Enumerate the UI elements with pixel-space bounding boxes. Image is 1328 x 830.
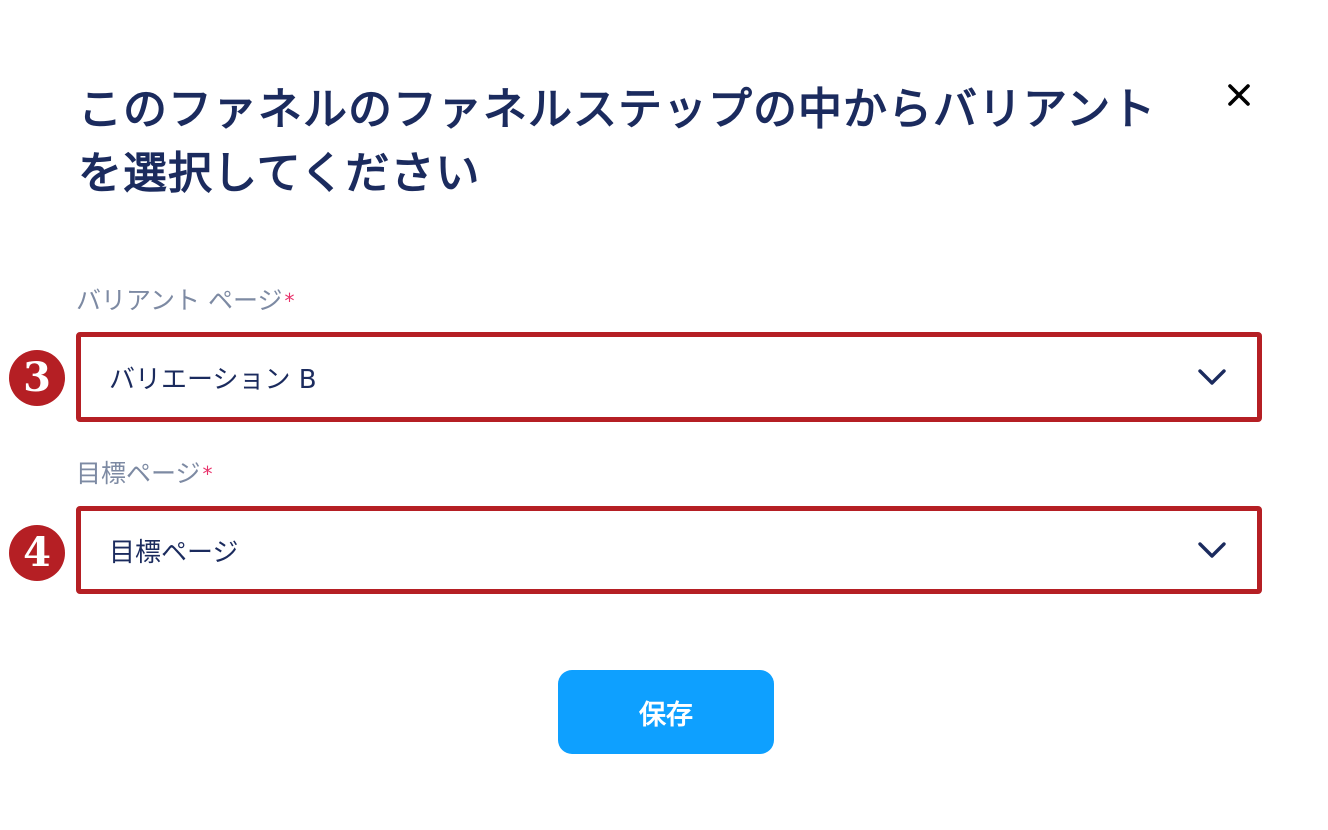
save-button[interactable]: 保存 <box>558 670 774 754</box>
variant-page-label: バリアント ページ * <box>76 285 294 317</box>
dialog-title: このファネルのファネルステップの中からバリアントを選択してください <box>78 84 1157 199</box>
select-variant-dialog: このファネルのファネルステップの中からバリアントを選択してください バリアント … <box>0 0 1328 830</box>
variant-page-label-text: バリアント ページ <box>76 286 283 315</box>
close-icon <box>1222 78 1256 112</box>
step-number-badge-4: 4 <box>9 525 65 581</box>
chevron-down-icon <box>1197 367 1227 387</box>
variant-page-select[interactable]: バリエーション B <box>83 339 1255 415</box>
chevron-down-icon <box>1197 540 1227 560</box>
required-asterisk: * <box>202 462 213 486</box>
step-number-badge-3: 3 <box>9 350 65 406</box>
close-button[interactable] <box>1222 78 1256 112</box>
goal-page-label-text: 目標ページ <box>76 459 201 488</box>
required-asterisk: * <box>284 289 295 313</box>
goal-page-select[interactable]: 目標ページ <box>83 513 1255 587</box>
variant-page-select-value: バリエーション B <box>109 364 317 395</box>
goal-page-select-value: 目標ページ <box>109 537 239 568</box>
goal-page-label: 目標ページ * <box>76 458 213 490</box>
